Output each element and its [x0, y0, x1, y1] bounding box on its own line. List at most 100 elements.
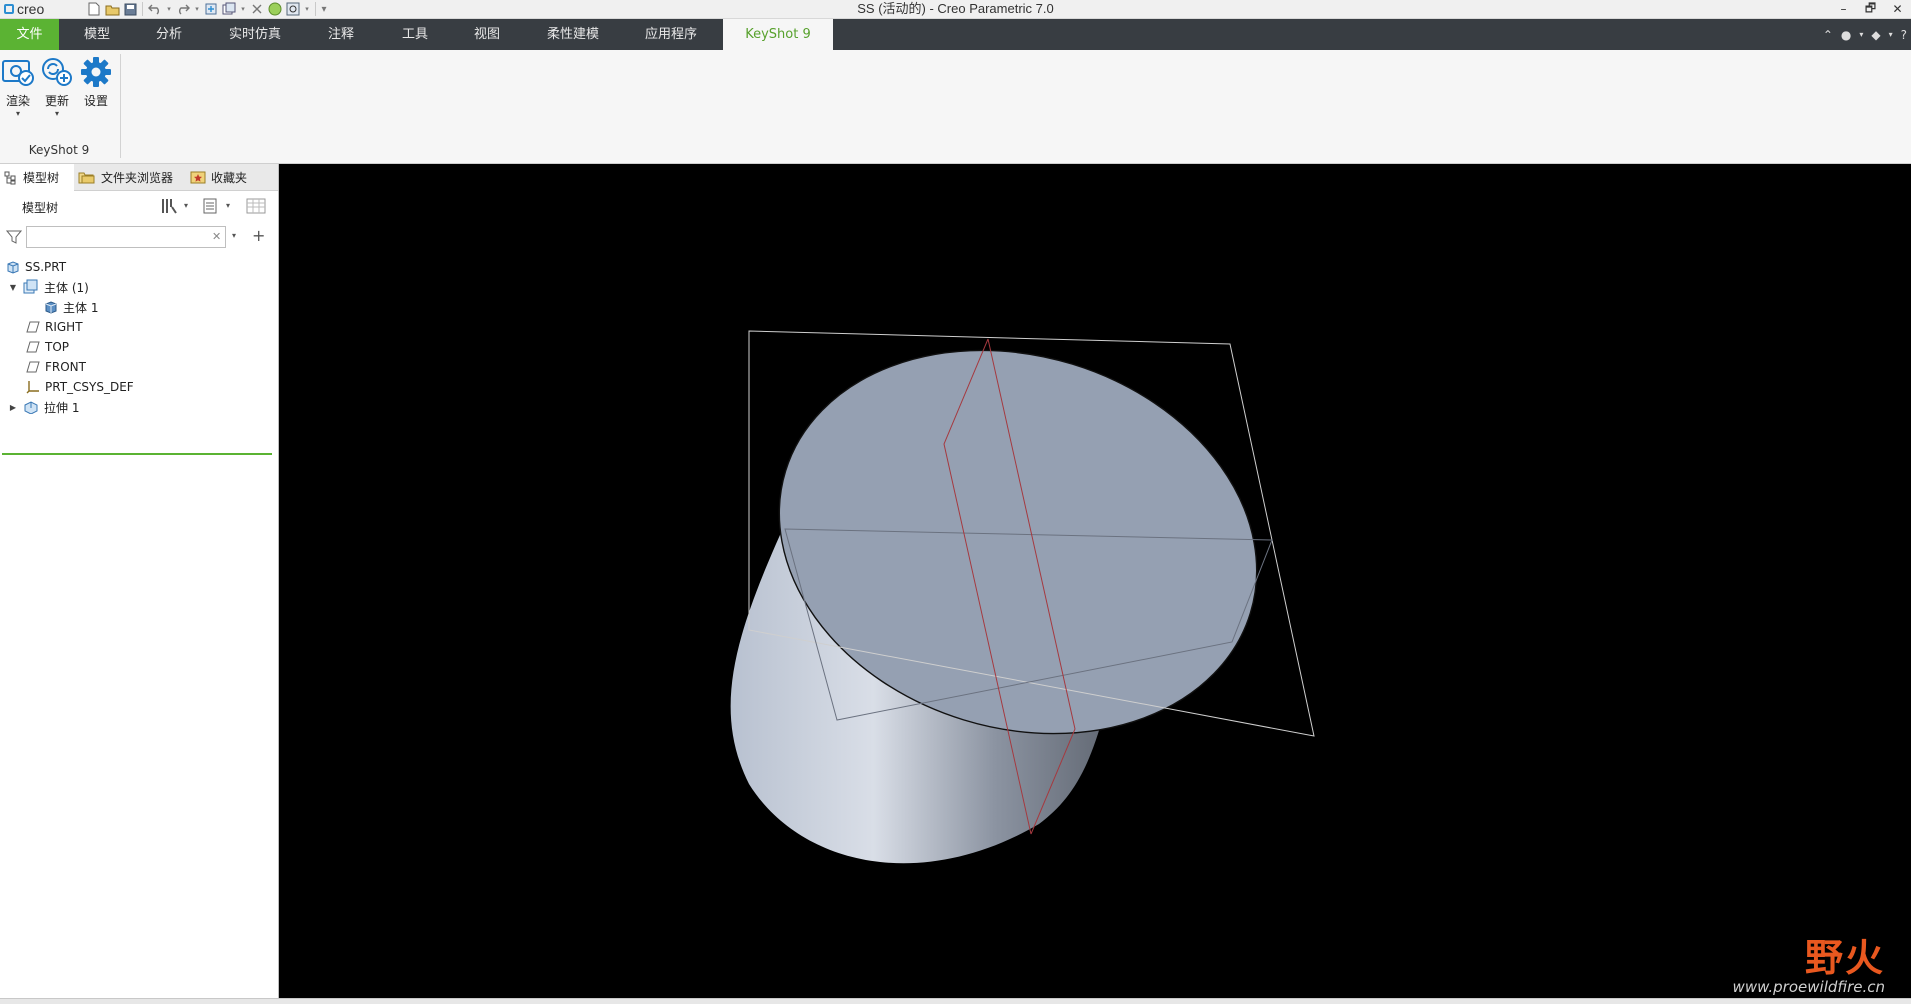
datum-plane-icon	[26, 341, 40, 353]
graphics-window[interactable]: 野火 www.proewildfire.cn	[279, 164, 1911, 998]
show-dropdown-icon[interactable]: ▾	[226, 201, 230, 210]
model-3d-view[interactable]	[279, 164, 1911, 998]
watermark-logo: 野火	[1804, 935, 1885, 980]
windows-icon[interactable]	[221, 1, 237, 17]
update-label: 更新	[44, 94, 69, 108]
regenerate-icon[interactable]	[203, 1, 219, 17]
creo-logo-text: creo	[17, 1, 45, 17]
title-bar: creo ▾ ▾ ▾ ▾ ▾ SS (活动的) - Creo Parametri…	[0, 0, 1911, 19]
tree-item-label: SS.PRT	[25, 260, 67, 274]
tab-folder-browser-label: 文件夹浏览器	[101, 170, 174, 185]
model-tree-icon	[4, 171, 16, 184]
tab-annotate[interactable]: 注释	[306, 19, 376, 50]
tab-model-tree-label: 模型树	[23, 171, 60, 185]
navigator-panel: 模型树 文件夹浏览器 收藏夹 模型树 ▾ ▾ ✕ ▾ + SS.PRT ▼ 主体…	[0, 164, 279, 998]
close-button[interactable]: ✕	[1884, 0, 1911, 18]
datum-plane-icon	[26, 321, 40, 333]
undo-icon[interactable]	[147, 1, 163, 17]
tree-item-root-part[interactable]: SS.PRT	[6, 256, 66, 278]
minimize-ribbon-icon[interactable]: ⌃	[1823, 28, 1833, 42]
open-icon[interactable]	[104, 1, 120, 17]
tab-favorites[interactable]: 收藏夹	[190, 164, 247, 190]
tree-item-label: 拉伸 1	[44, 400, 80, 415]
render-icon	[2, 60, 34, 86]
tab-model-tree[interactable]: 模型树	[0, 164, 74, 191]
add-filter-icon[interactable]: +	[252, 226, 265, 245]
learning-connector-icon[interactable]: ◆	[1871, 28, 1880, 42]
tab-folder-browser[interactable]: 文件夹浏览器	[78, 164, 173, 190]
render-dropdown-icon[interactable]: ▾	[0, 109, 36, 119]
tab-model[interactable]: 模型	[62, 19, 132, 50]
tree-item-label: FRONT	[45, 360, 86, 374]
quick-access-toolbar: ▾ ▾ ▾ ▾ ▾	[86, 1, 328, 17]
expand-icon[interactable]: ▶	[8, 403, 18, 412]
model-tree-search-row: ✕ ▾ +	[0, 222, 278, 252]
notification-icon[interactable]: ●	[1841, 28, 1851, 42]
render-status-icon[interactable]	[267, 1, 283, 17]
tab-keyshot[interactable]: KeyShot 9	[723, 19, 833, 50]
tab-live-simulation[interactable]: 实时仿真	[214, 19, 296, 50]
undo-dropdown-icon[interactable]: ▾	[165, 5, 173, 13]
ribbon-panel: 渲染 ▾ 更新 ▾ 设置 KeyShot 9	[0, 50, 1911, 164]
ribbon-right-controls: ⌃ ● ▾ ◆ ▾ ?	[1823, 19, 1907, 50]
redo-icon[interactable]	[175, 1, 191, 17]
coordinate-system-icon	[26, 381, 39, 394]
tree-settings-dropdown-icon[interactable]: ▾	[184, 201, 188, 210]
insert-here-indicator[interactable]	[2, 453, 272, 455]
render-button[interactable]: 渲染 ▾	[0, 56, 36, 119]
tree-item-extrude-1[interactable]: ▶ 拉伸 1	[8, 396, 80, 418]
close-window-icon[interactable]	[249, 1, 265, 17]
settings-label: 设置	[83, 94, 108, 108]
ribbon-tab-bar: 文件 模型 分析 实时仿真 注释 工具 视图 柔性建模 应用程序 KeyShot…	[0, 19, 1911, 50]
redo-dropdown-icon[interactable]: ▾	[193, 5, 201, 13]
windows-dropdown-icon[interactable]: ▾	[239, 5, 247, 13]
tree-item-datum-right[interactable]: RIGHT	[26, 316, 83, 338]
render-label: 渲染	[5, 94, 30, 108]
customize-icon[interactable]: ▾	[320, 4, 328, 15]
gear-icon	[81, 57, 111, 87]
tab-applications[interactable]: 应用程序	[630, 19, 712, 50]
new-icon[interactable]	[86, 1, 102, 17]
find-dropdown-icon[interactable]: ▾	[303, 5, 311, 13]
model-tree-search-input[interactable]	[26, 226, 226, 248]
show-icon[interactable]	[202, 197, 218, 218]
clear-search-icon[interactable]: ✕	[212, 230, 221, 243]
body-icon	[45, 301, 57, 314]
ribbon-group-separator	[120, 54, 121, 158]
extrude-icon	[24, 401, 38, 414]
notification-dropdown-icon[interactable]: ▾	[1859, 30, 1863, 39]
creo-logo: creo	[4, 0, 44, 18]
search-dropdown-icon[interactable]: ▾	[232, 231, 236, 240]
learning-dropdown-icon[interactable]: ▾	[1889, 30, 1893, 39]
tab-view[interactable]: 视图	[452, 19, 522, 50]
save-icon[interactable]	[122, 1, 138, 17]
restore-button[interactable]: 🗗	[1857, 0, 1884, 18]
model-tree-title: 模型树	[22, 201, 59, 215]
creo-logo-icon	[4, 4, 14, 14]
tab-file[interactable]: 文件	[0, 19, 59, 50]
tree-item-csys[interactable]: PRT_CSYS_DEF	[26, 376, 134, 398]
find-icon[interactable]	[285, 1, 301, 17]
tab-flexible-modeling[interactable]: 柔性建模	[532, 19, 614, 50]
tree-item-datum-top[interactable]: TOP	[26, 336, 69, 358]
collapse-icon[interactable]: ▼	[8, 283, 18, 292]
update-button[interactable]: 更新 ▾	[39, 56, 75, 119]
settings-button[interactable]: 设置	[78, 56, 114, 109]
filter-icon[interactable]	[6, 229, 22, 245]
help-icon[interactable]: ?	[1901, 28, 1907, 42]
datum-plane-icon	[26, 361, 40, 373]
update-dropdown-icon[interactable]: ▾	[39, 109, 75, 119]
tree-settings-icon[interactable]	[160, 197, 178, 218]
tree-item-datum-front[interactable]: FRONT	[26, 356, 86, 378]
bodies-folder-icon	[23, 279, 38, 294]
part-icon	[7, 261, 19, 274]
tab-tools[interactable]: 工具	[380, 19, 450, 50]
ribbon-group-label: KeyShot 9	[28, 143, 90, 157]
tree-item-bodies-folder[interactable]: ▼ 主体 (1)	[8, 276, 89, 298]
tree-item-label: PRT_CSYS_DEF	[45, 380, 134, 394]
tree-columns-icon[interactable]	[246, 197, 266, 218]
tree-item-body-1[interactable]: 主体 1	[44, 296, 98, 318]
tab-analysis[interactable]: 分析	[134, 19, 204, 50]
minimize-button[interactable]: –	[1830, 0, 1857, 18]
toolbar-separator	[315, 2, 316, 16]
